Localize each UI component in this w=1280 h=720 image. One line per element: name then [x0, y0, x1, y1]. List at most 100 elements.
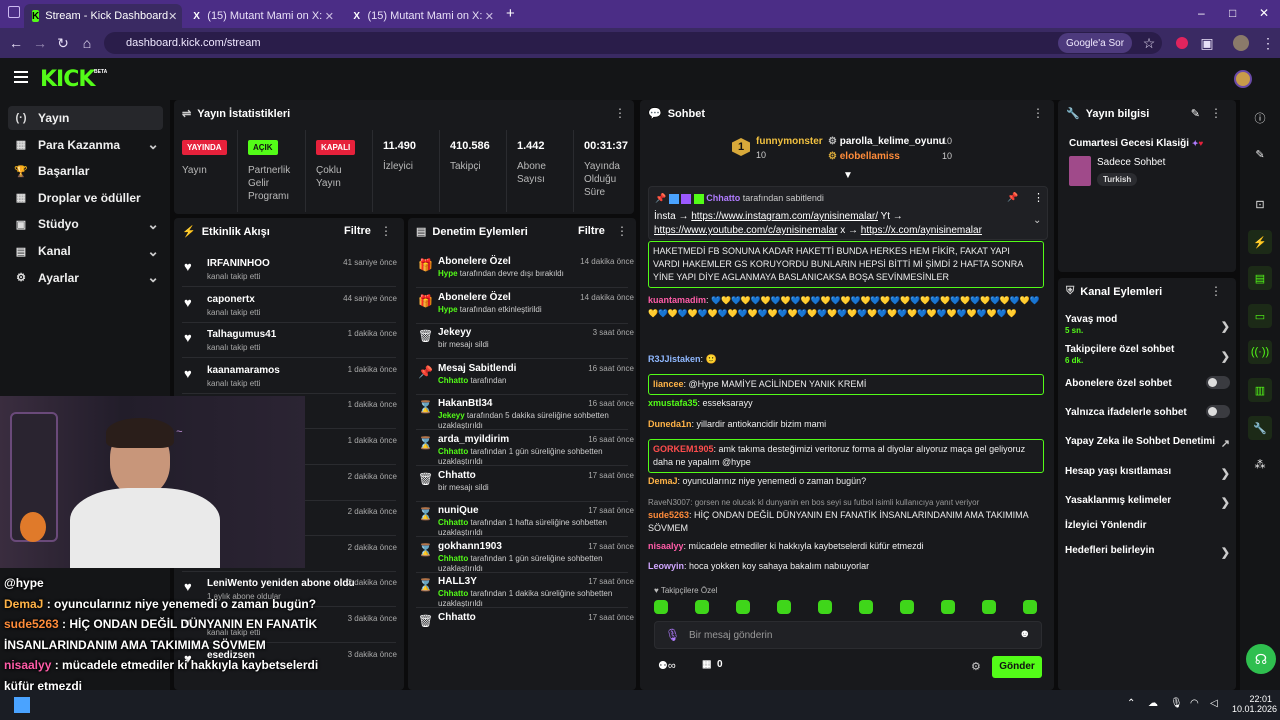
activity-username[interactable]: caponertx — [207, 294, 255, 305]
chat-username[interactable]: GORKEM1905 — [653, 444, 714, 454]
chevron-down-icon[interactable]: ⌄ — [147, 269, 159, 286]
address-input[interactable]: dashboard.kick.com/stream — [104, 32, 1162, 54]
mod-action-target[interactable]: HALL3Y — [438, 576, 477, 587]
tray-chevron-icon[interactable]: ⌃ — [1127, 698, 1135, 709]
category-name[interactable]: Sadece Sohbet — [1097, 157, 1165, 168]
back-icon[interactable]: ← — [8, 35, 24, 51]
mod-actor[interactable]: Chhatto — [438, 376, 468, 385]
send-button[interactable]: Gönder — [992, 656, 1042, 678]
emote-icon[interactable] — [777, 600, 791, 614]
mod-filter-button[interactable]: Filtre — [578, 225, 605, 237]
channel-action-0[interactable]: Yavaş mod 5 sn. ❯ — [1065, 314, 1230, 335]
bookmark-star-icon[interactable]: ☆ — [1141, 35, 1157, 51]
toggle-switch[interactable] — [1206, 405, 1230, 418]
hamburger-menu-icon[interactable] — [14, 71, 28, 83]
pinned-menu-icon[interactable]: ⋮ — [1033, 191, 1044, 204]
sidebar-item-2[interactable]: 🏆 Başarılar — [8, 159, 163, 183]
mod-action-target[interactable]: Chhatto — [438, 470, 476, 481]
channel-action-8[interactable]: Hedefleri belirleyin ❯ — [1065, 545, 1230, 559]
external-link-icon[interactable]: ↗ — [1221, 437, 1230, 450]
tab-x-1[interactable]: X (15) Mutant Mami on X: "amk o ✕ — [184, 4, 342, 28]
edit-pencil-icon[interactable]: ✎ — [1191, 107, 1200, 120]
language-tag[interactable]: Turkish — [1097, 173, 1138, 186]
chat-username[interactable]: sude5263 — [648, 510, 689, 520]
mod-actor[interactable]: Chhatto — [438, 518, 468, 527]
emote-icon[interactable] — [818, 600, 832, 614]
mod-action-target[interactable]: nuniQue — [438, 505, 479, 516]
sidebar-item-0[interactable]: (·) Yayın — [8, 106, 163, 130]
emote-icon[interactable] — [695, 600, 709, 614]
chevron-down-icon[interactable]: ⌄ — [147, 136, 159, 153]
emote-icon[interactable] — [654, 600, 668, 614]
wifi-icon[interactable]: ◠ — [1190, 698, 1199, 709]
mod-action-target[interactable]: gokhann1903 — [438, 541, 502, 552]
extension-icon[interactable] — [1176, 37, 1188, 49]
activity-username[interactable]: Talhagumus41 — [207, 329, 276, 340]
expand-leaderboard-icon[interactable]: ▼ — [843, 170, 853, 181]
channel-action-6[interactable]: Yasaklanmış kelimeler ❯ — [1065, 495, 1230, 509]
chat-username[interactable]: kuantamadim — [648, 295, 706, 305]
emote-icon[interactable] — [941, 600, 955, 614]
tab-x-2[interactable]: X (15) Mutant Mami on X: "transl ✕ — [344, 4, 502, 28]
edit-icon[interactable]: ✎ — [1248, 142, 1272, 166]
points-display[interactable]: ▦ 0 — [702, 659, 723, 670]
top-gifter-name[interactable]: funnymonster — [756, 136, 823, 147]
stream-info-menu-icon[interactable]: ⋮ — [1210, 106, 1222, 120]
chat-username[interactable]: R3JJistaken — [648, 354, 701, 364]
network-icon[interactable]: ☁ — [1148, 698, 1158, 709]
document-icon[interactable]: ▤ — [1248, 266, 1272, 290]
chat-menu-icon[interactable]: ⋮ — [1032, 106, 1044, 120]
channel-action-4[interactable]: Yapay Zeka ile Sohbet Denetimi ↗ — [1065, 436, 1230, 450]
channel-action-2[interactable]: Abonelere özel sohbet — [1065, 376, 1230, 389]
channel-action-7[interactable]: İzleyici Yönlendir — [1065, 520, 1230, 531]
chevron-right-icon[interactable]: ❯ — [1221, 496, 1230, 509]
toggle-switch[interactable] — [1206, 376, 1230, 389]
x-link[interactable]: https://x.com/aynisinemalar — [861, 225, 982, 236]
activity-username[interactable]: IRFANINHOO — [207, 258, 270, 269]
microphone-tray-icon[interactable]: 🎙 — [1170, 698, 1183, 709]
activity-username[interactable]: kaanamaramos — [207, 365, 280, 376]
emoji-icon[interactable]: ☻ — [1019, 628, 1031, 640]
volume-icon[interactable]: ◁ — [1210, 698, 1218, 709]
mod-actor[interactable]: Hype — [438, 305, 458, 314]
emote-icon[interactable] — [736, 600, 750, 614]
close-tab-icon[interactable]: ✕ — [168, 10, 177, 23]
chevron-right-icon[interactable]: ❯ — [1221, 546, 1230, 559]
instagram-link[interactable]: https://www.instagram.com/aynisinemalar/ — [691, 211, 878, 222]
tab-search-icon[interactable] — [8, 6, 20, 18]
chat-input[interactable]: 🎙 Bir mesaj gönderin ☻ — [654, 621, 1042, 649]
add-widget-icon[interactable]: ⁂ — [1248, 452, 1272, 476]
reload-icon[interactable]: ↻ — [55, 35, 71, 51]
chat-username[interactable]: liancee — [653, 379, 684, 389]
mod-action-target[interactable]: Chhatto — [438, 612, 476, 623]
activity-menu-icon[interactable]: ⋮ — [380, 224, 392, 238]
chat-settings-icon[interactable]: ⚙ — [971, 660, 981, 673]
channel-points-icon[interactable]: ⚉∞ — [658, 659, 676, 672]
sidebar-item-4[interactable]: ▣ Stüdyo ⌄ — [8, 212, 163, 236]
user-avatar[interactable] — [1234, 70, 1252, 88]
microphone-icon[interactable]: 🎙 — [665, 628, 680, 642]
sidebar-item-1[interactable]: ▦ Para Kazanma ⌄ — [8, 133, 163, 157]
emote-icon[interactable] — [900, 600, 914, 614]
chat-username[interactable]: Leowyin — [648, 561, 684, 571]
leader-name-1[interactable]: ⚙ parolla_kelime_oyunu — [828, 136, 945, 147]
leader-name-2[interactable]: ⚙ elobellamiss — [828, 151, 900, 162]
chat-username[interactable]: xmustafa35 — [648, 398, 698, 408]
channel-action-5[interactable]: Hesap yaşı kısıtlaması ❯ — [1065, 466, 1230, 480]
youtube-link[interactable]: https://www.youtube.com/c/aynisinemalar — [654, 225, 837, 236]
chevron-right-icon[interactable]: ❯ — [1221, 350, 1230, 363]
unpin-icon[interactable]: 📌 — [1007, 192, 1018, 203]
mod-actor[interactable]: Chhatto — [438, 447, 468, 456]
close-tab-icon[interactable]: ✕ — [485, 10, 494, 23]
mod-action-target[interactable]: arda_myildirim — [438, 434, 509, 445]
tab-kick-dashboard[interactable]: K Stream - Kick Dashboard ✕ — [24, 4, 182, 28]
emote-icon[interactable] — [982, 600, 996, 614]
kick-logo[interactable]: KICK — [40, 67, 95, 92]
channel-action-1[interactable]: Takipçilere özel sohbet 6 dk. ❯ — [1065, 344, 1230, 365]
support-headset-icon[interactable]: ☊ — [1246, 644, 1276, 674]
mod-action-target[interactable]: Abonelere Özel — [438, 292, 511, 303]
chevron-right-icon[interactable]: ❯ — [1221, 467, 1230, 480]
new-tab-button[interactable]: + — [506, 5, 515, 22]
mod-action-target[interactable]: Mesaj Sabitlendi — [438, 363, 516, 374]
mod-actor[interactable]: Chhatto — [438, 589, 468, 598]
